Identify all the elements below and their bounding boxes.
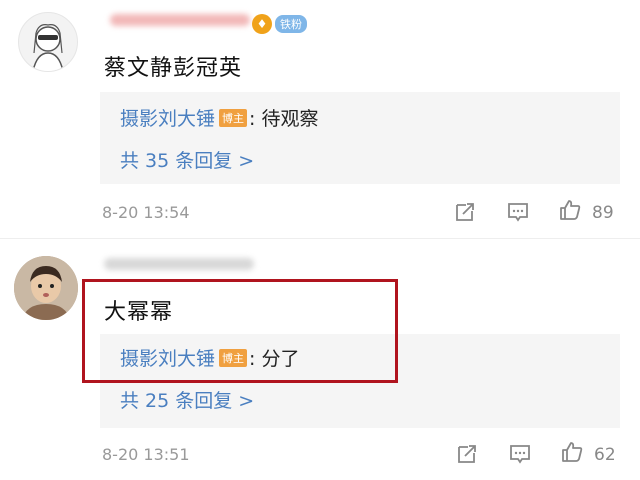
avatar[interactable] [18,12,78,72]
avatar[interactable] [14,256,78,320]
comment-text: 蔡文静彭冠英 [104,56,243,81]
fan-badge-label: 铁粉 [275,15,307,33]
like-count: 89 [592,203,614,223]
share-icon[interactable] [455,442,479,466]
reply-text: : 待观察 [249,108,319,130]
timestamp: 8-20 13:54 [102,203,190,222]
reply-line[interactable]: 摄影刘大锤 博主 : 待观察 [120,104,318,131]
share-icon[interactable] [453,200,477,224]
reply-author[interactable]: 摄影刘大锤 [120,104,215,131]
fan-level-icon: ♦ [252,14,272,34]
divider [0,238,640,239]
username-blurred[interactable] [104,258,254,270]
author-badge: 博主 [219,108,248,127]
more-replies-link[interactable]: 共 35 条回复 > [120,146,254,173]
username-blurred[interactable] [110,14,250,26]
thumbs-up-icon[interactable] [558,198,582,222]
thumbs-up-icon[interactable] [560,440,584,464]
comment-icon[interactable] [506,200,530,224]
like-count: 62 [594,445,616,465]
fan-badge: ♦ 铁粉 [252,14,307,34]
avatar-photo [14,256,78,320]
highlight-annotation-box [82,279,398,383]
comment-icon[interactable] [508,442,532,466]
timestamp: 8-20 13:51 [102,445,190,464]
more-replies-link[interactable]: 共 25 条回复 > [120,386,254,413]
avatar-illustration [32,24,64,71]
